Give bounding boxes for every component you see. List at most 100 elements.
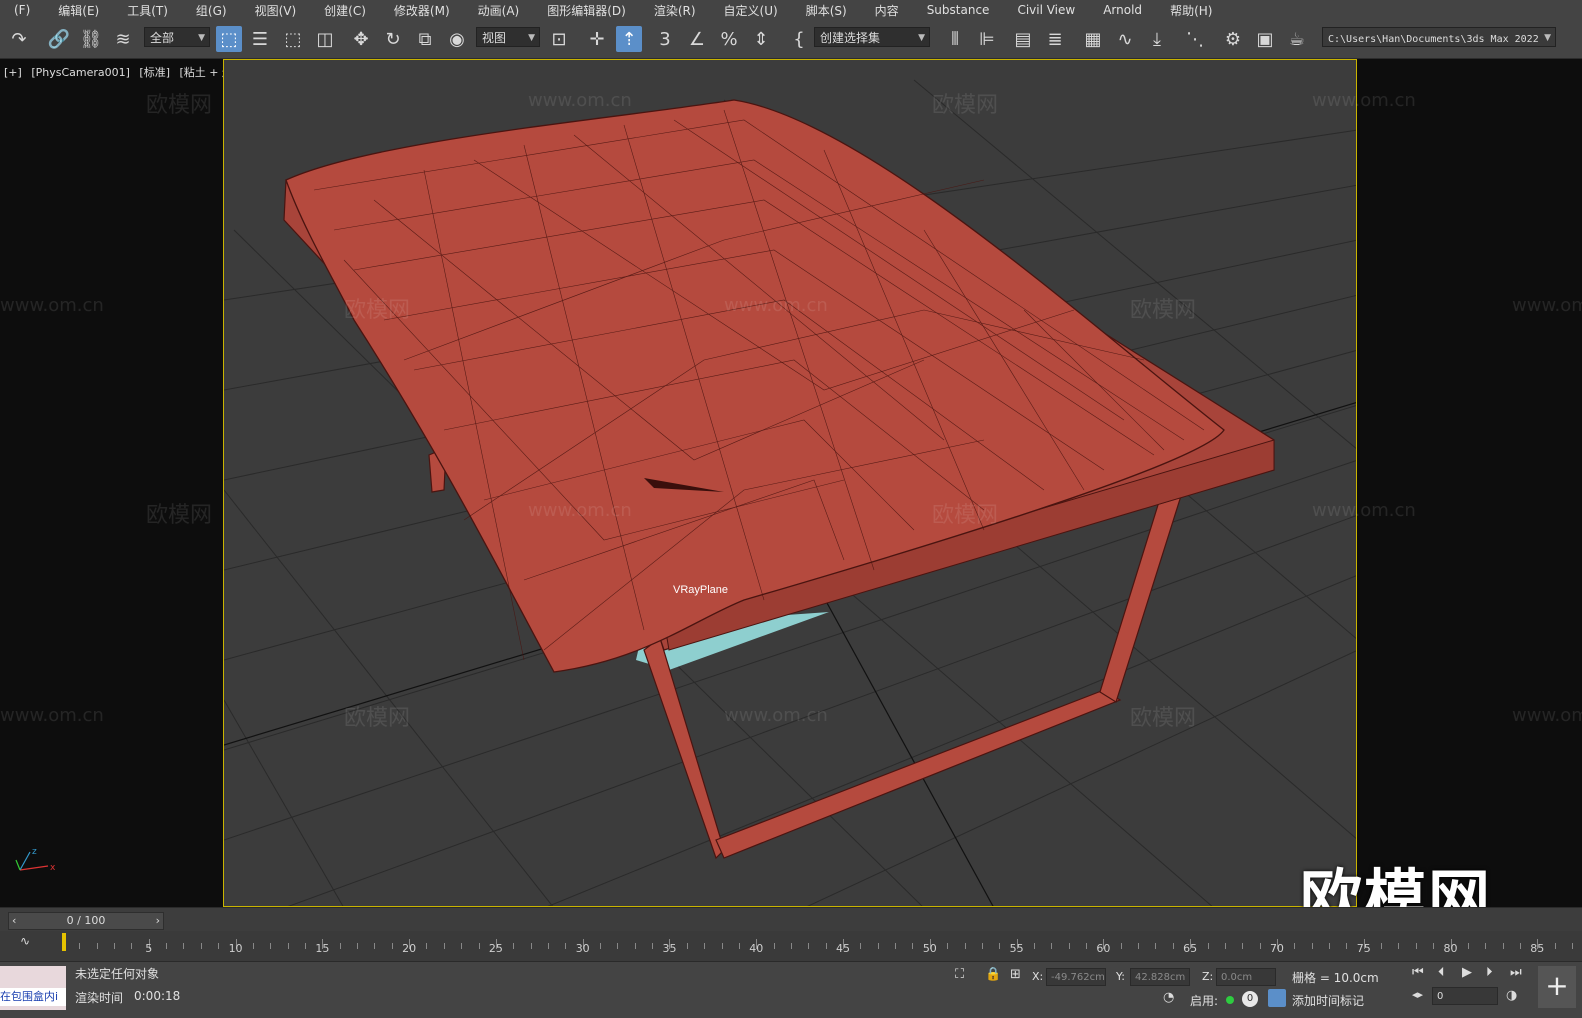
- frame-tick-label: 25: [488, 942, 503, 955]
- maxscript-line[interactable]: 在包围盒内i: [0, 988, 66, 1006]
- rotate-icon[interactable]: ↻: [380, 26, 406, 52]
- perspective-viewport[interactable]: VRayPlane: [223, 59, 1357, 907]
- time-slider[interactable]: ‹ 0 / 100 ›: [0, 907, 1582, 932]
- pivot-center-icon[interactable]: ⊡: [546, 26, 572, 52]
- schematic-view-icon[interactable]: ⋱: [1182, 26, 1208, 52]
- track-bar[interactable]: ∿ 5 10 15 20 25 30 35 40 45 50 55 60 65 70 75 80 85: [0, 931, 1582, 961]
- menu-item-9[interactable]: 渲染(R): [640, 2, 710, 19]
- curve-editor-toggle-icon[interactable]: ∿: [20, 934, 30, 948]
- watermark-url: www.om.cn: [724, 705, 828, 726]
- frame-tick-label: 15: [315, 942, 330, 955]
- chevron-left-icon[interactable]: ‹: [12, 913, 16, 929]
- edit-named-selection-icon[interactable]: {: [786, 26, 812, 52]
- select-manipulate-icon[interactable]: ✛: [584, 26, 610, 52]
- render-setup-icon[interactable]: ⚙: [1220, 26, 1246, 52]
- go-to-start-icon[interactable]: ⏮: [1412, 965, 1424, 980]
- cloth-mesh[interactable]: [285, 99, 1225, 673]
- key-mode-icon[interactable]: ◂▸: [1412, 988, 1423, 1001]
- watermark-url: www.om.cn: [528, 500, 632, 521]
- rectangular-selection-icon[interactable]: ⬚: [280, 26, 306, 52]
- isolate-selection-icon[interactable]: ⛶: [955, 967, 964, 982]
- right-viewport-region[interactable]: [1357, 59, 1582, 907]
- project-path-dropdown[interactable]: C:\Users\Han\Documents\3ds Max 2022 ▼: [1322, 27, 1556, 47]
- named-selection-set-dropdown[interactable]: 创建选择集 ▼: [814, 27, 930, 47]
- reference-coordinate-dropdown[interactable]: 视图 ▼: [476, 27, 540, 47]
- menu-item-12[interactable]: 内容: [861, 2, 913, 19]
- menu-item-7[interactable]: 动画(A): [464, 2, 534, 19]
- current-frame-marker[interactable]: [62, 933, 66, 951]
- window-crossing-icon[interactable]: ◫: [312, 26, 338, 52]
- menu-item-3[interactable]: 组(G): [182, 2, 241, 19]
- select-object-icon[interactable]: ⬚: [216, 26, 242, 52]
- angle-snap-icon[interactable]: ∠: [684, 26, 710, 52]
- mirror-icon[interactable]: ⫴: [942, 26, 968, 52]
- viewport-navigation-plus-icon[interactable]: +: [1538, 966, 1576, 1008]
- viewport-label[interactable]: [+] [PhysCamera001] [标准] [粘土 + 边面]: [4, 64, 254, 80]
- menu-item-5[interactable]: 创建(C): [310, 2, 380, 19]
- y-coord-field[interactable]: 42.828cm: [1130, 968, 1190, 986]
- dope-sheet-icon[interactable]: ⤓: [1144, 26, 1170, 52]
- play-icon[interactable]: ▶: [1462, 965, 1472, 980]
- menu-item-11[interactable]: 脚本(S): [792, 2, 861, 19]
- z-coord-field[interactable]: 0.0cm: [1216, 968, 1276, 986]
- menu-item-15[interactable]: Arnold: [1089, 3, 1156, 17]
- go-to-end-icon[interactable]: ⏭: [1510, 965, 1522, 980]
- render-production-icon[interactable]: ☕: [1284, 26, 1310, 52]
- snap-toggle-icon[interactable]: 3: [652, 26, 678, 52]
- viewport-menu-plus[interactable]: [+]: [4, 66, 22, 79]
- svg-text:z: z: [32, 847, 37, 857]
- menu-item-1[interactable]: 编辑(E): [44, 2, 113, 19]
- spinner-snap-icon[interactable]: ⇕: [748, 26, 774, 52]
- unlink-icon[interactable]: ⛓: [78, 26, 104, 52]
- maxscript-listener-mini[interactable]: 在包围盒内i: [0, 966, 66, 1010]
- layer-explorer-icon[interactable]: ≣: [1042, 26, 1068, 52]
- link-icon[interactable]: 🔗: [46, 26, 72, 52]
- scene-canvas[interactable]: VRayPlane: [224, 60, 1357, 907]
- menu-item-4[interactable]: 视图(V): [241, 2, 311, 19]
- chevron-right-icon[interactable]: ›: [156, 913, 160, 929]
- curve-editor-icon[interactable]: ∿: [1112, 26, 1138, 52]
- add-time-tag-label[interactable]: 添加时间标记: [1292, 992, 1364, 1009]
- redo-icon[interactable]: ↷: [6, 26, 32, 52]
- menu-item-6[interactable]: 修改器(M): [380, 2, 464, 19]
- frame-ruler[interactable]: 5 10 15 20 25 30 35 40 45 50 55 60 65 70 75 80 85: [62, 931, 1573, 961]
- rendered-frame-window-icon[interactable]: ▣: [1252, 26, 1278, 52]
- select-by-name-icon[interactable]: ☰: [247, 26, 273, 52]
- keyboard-shortcut-override-icon[interactable]: ⇡: [616, 26, 642, 52]
- frame-tick: [912, 943, 914, 949]
- time-slider-thumb[interactable]: ‹ 0 / 100 ›: [8, 912, 164, 930]
- ribbon-icon[interactable]: ▦: [1080, 26, 1106, 52]
- percent-snap-icon[interactable]: %: [716, 26, 742, 52]
- next-frame-icon[interactable]: ⏵: [1486, 965, 1493, 980]
- time-tag-icon[interactable]: [1268, 989, 1286, 1007]
- lock-selection-icon[interactable]: 🔒: [985, 967, 1001, 982]
- menu-item-13[interactable]: Substance: [913, 3, 1004, 17]
- scene-explorer-icon[interactable]: ▤: [1010, 26, 1036, 52]
- selection-filter-dropdown[interactable]: 全部 ▼: [144, 27, 210, 47]
- time-config-icon[interactable]: ◑: [1506, 988, 1517, 1003]
- adaptive-degradation-icon[interactable]: ◔: [1163, 990, 1174, 1005]
- frame-tick: [808, 943, 810, 949]
- absolute-mode-icon[interactable]: ⊞: [1010, 967, 1021, 982]
- align-icon[interactable]: ⊫: [974, 26, 1000, 52]
- enable-count-badge[interactable]: 0: [1242, 991, 1258, 1007]
- left-viewport-region[interactable]: [0, 59, 223, 907]
- menu-item-0[interactable]: (F): [0, 3, 44, 17]
- frame-tick: [704, 943, 706, 949]
- menu-item-10[interactable]: 自定义(U): [710, 2, 792, 19]
- viewport-camera-label[interactable]: [PhysCamera001]: [31, 66, 130, 79]
- current-frame-spinner[interactable]: 0: [1432, 987, 1498, 1005]
- viewport-mode-label[interactable]: [标准]: [139, 66, 170, 79]
- previous-frame-icon[interactable]: ⏴: [1438, 965, 1445, 980]
- move-icon[interactable]: ✥: [348, 26, 374, 52]
- menu-item-2[interactable]: 工具(T): [113, 2, 182, 19]
- menu-item-14[interactable]: Civil View: [1003, 3, 1089, 17]
- menu-item-8[interactable]: 图形编辑器(D): [533, 2, 640, 19]
- menu-item-16[interactable]: 帮助(H): [1156, 2, 1226, 19]
- frame-tick: [443, 943, 445, 949]
- frame-tick: [1207, 943, 1209, 949]
- place-icon[interactable]: ◉: [444, 26, 470, 52]
- x-coord-field[interactable]: -49.762cm: [1046, 968, 1106, 986]
- scale-icon[interactable]: ⧉: [412, 26, 438, 52]
- bind-spacewarp-icon[interactable]: ≋: [110, 26, 136, 52]
